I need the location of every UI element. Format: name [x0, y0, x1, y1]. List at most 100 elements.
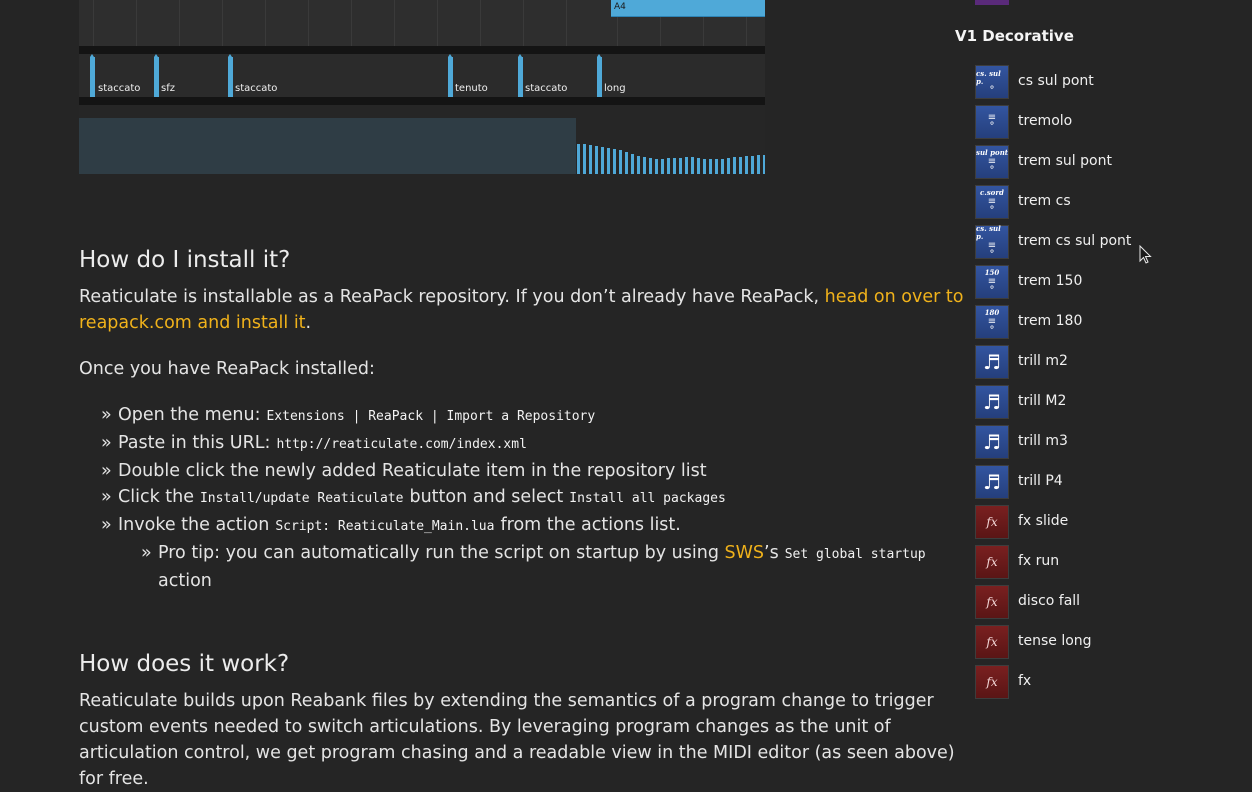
install-paragraph-text: Reaticulate is installable as a ReaPack … [79, 287, 825, 307]
list-item-pro-tip: » Pro tip: you can automatically run the … [141, 543, 926, 591]
sidebar-item-articulation[interactable]: sul pont ≡ ° trem sul pont [975, 145, 1235, 179]
velocity-bar [637, 156, 640, 174]
velocity-bar [733, 157, 736, 174]
list-item: » Open the menu: Extensions | ReaPack | Im… [101, 405, 596, 425]
sidebar-item-label: trill m2 [1018, 353, 1068, 369]
velocity-bar [661, 159, 664, 174]
fx-icon: fx [975, 665, 1009, 699]
sidebar-item-label: trill M2 [1018, 393, 1067, 409]
midi-note: A4 [611, 0, 765, 17]
install-paragraph: Reaticulate is installable as a ReaPack … [79, 287, 964, 333]
midi-note-label: A4 [614, 2, 626, 12]
sidebar-item-label: cs sul pont [1018, 73, 1094, 89]
articulation-marker-label: staccato [98, 83, 141, 94]
articulation-marker-label: staccato [525, 83, 568, 94]
once-installed-text: Once you have ReaPack installed: [79, 359, 375, 379]
articulation-marker [154, 54, 159, 97]
velocity-bar [745, 156, 748, 174]
sidebar-item-label: fx slide [1018, 513, 1069, 529]
sidebar-item-partial [975, 0, 1009, 5]
velocity-bar [595, 146, 598, 174]
sidebar-item-articulation[interactable]: fx disco fall [975, 585, 1235, 619]
velocity-bar [577, 144, 580, 174]
sidebar-item-label: fx run [1018, 553, 1060, 569]
trill-P4-icon: ♬ [975, 465, 1009, 499]
sidebar-item-label: trem cs [1018, 193, 1071, 209]
sidebar-item-label: trill m3 [1018, 433, 1068, 449]
mouse-cursor-icon [1139, 245, 1152, 264]
sidebar-item-articulation[interactable]: ♬ trill m2 [975, 345, 1235, 379]
trill-M2-icon: ♬ [975, 385, 1009, 419]
velocity-region [79, 118, 576, 174]
velocity-bar [607, 148, 610, 174]
articulation-marker-label: sfz [161, 83, 175, 94]
velocity-bar [727, 158, 730, 174]
trill-m3-icon: ♬ [975, 425, 1009, 459]
velocity-bar [613, 149, 616, 174]
articulation-marker-label: staccato [235, 83, 278, 94]
velocity-bar [757, 155, 760, 174]
velocity-bar [751, 156, 754, 174]
sidebar-item-label: fx [1018, 673, 1032, 689]
sidebar-item-articulation[interactable]: fx fx slide [975, 505, 1235, 539]
list-item: » Invoke the action Script: Reaticulate_Ma… [101, 515, 681, 535]
sidebar-item-articulation[interactable]: ♬ trill P4 [975, 465, 1235, 499]
velocity-bar [691, 157, 694, 174]
lane-divider [79, 97, 765, 105]
velocity-bar [643, 157, 646, 174]
velocity-bar [673, 158, 676, 174]
sidebar-item-label: trill P4 [1018, 473, 1063, 489]
sidebar-item-articulation[interactable]: 150 ≡ ° trem 150 [975, 265, 1235, 299]
sidebar-item-articulation[interactable]: cs. sul p. ≡ ° trem cs sul pont [975, 225, 1235, 260]
sidebar-item-articulation[interactable]: ≡ ° tremolo [975, 105, 1235, 139]
sidebar-item-label: tense long [1018, 633, 1092, 649]
velocity-bar [625, 152, 628, 174]
sidebar-item-articulation[interactable]: fx fx [975, 665, 1235, 699]
how-paragraph: Reaticulate builds upon Reabank files by… [79, 691, 955, 789]
tense-long-icon: fx [975, 625, 1009, 659]
trill-m2-icon: ♬ [975, 345, 1009, 379]
velocity-bar [715, 159, 718, 174]
sidebar-item-label: trem 150 [1018, 273, 1083, 289]
sidebar-item-articulation[interactable]: ♬ trill m3 [975, 425, 1235, 459]
sidebar-item-articulation[interactable]: fx fx run [975, 545, 1235, 579]
sidebar-item-articulation[interactable]: c.sord ≡ ° trem cs [975, 185, 1235, 219]
trem-sul-pont-icon: sul pont ≡ ° [975, 145, 1009, 179]
fx-slide-icon: fx [975, 505, 1009, 539]
sidebar-section-title: V1 Decorative [955, 27, 1074, 45]
velocity-bar [739, 157, 742, 174]
articulation-marker-label: long [604, 83, 626, 94]
sidebar-item-label: trem sul pont [1018, 153, 1112, 169]
articulation-marker [228, 54, 233, 97]
velocity-bar [583, 144, 586, 174]
velocity-bar [763, 155, 765, 174]
velocity-bar [601, 147, 604, 174]
velocity-bar [649, 158, 652, 174]
trem-180-icon: 180 ≡ ° [975, 305, 1009, 339]
sidebar-item-label: disco fall [1018, 593, 1081, 609]
velocity-bar [655, 159, 658, 174]
install-heading: How do I install it? [79, 247, 291, 273]
list-item: » Paste in this URL: http://reaticulate.co… [101, 433, 527, 453]
velocity-bar [589, 145, 592, 174]
articulation-marker [518, 54, 523, 97]
velocity-bar [685, 157, 688, 174]
tremolo-icon: ≡ ° [975, 105, 1009, 139]
sidebar-item-label: tremolo [1018, 113, 1073, 129]
sidebar-item-articulation[interactable]: 180 ≡ ° trem 180 [975, 305, 1235, 339]
velocity-bar [679, 158, 682, 174]
velocity-bar [667, 158, 670, 174]
articulation-marker [597, 54, 602, 97]
sidebar-item-articulation[interactable]: fx tense long [975, 625, 1235, 659]
articulation-marker-label: tenuto [455, 83, 488, 94]
articulation-lane [79, 54, 765, 97]
trem-150-icon: 150 ≡ ° [975, 265, 1009, 299]
trem-cs-sul-pont-icon: cs. sul p. ≡ ° [975, 225, 1009, 260]
sidebar-item-label: trem 180 [1018, 313, 1083, 329]
list-item: » Double click the newly added Reaticulat… [101, 461, 707, 481]
velocity-bar [709, 159, 712, 174]
sidebar-item-articulation[interactable]: cs. sul p. ° cs sul pont [975, 65, 1235, 99]
sidebar-item-articulation[interactable]: ♬ trill M2 [975, 385, 1235, 419]
lane-divider [79, 46, 765, 54]
sws-link[interactable]: SWS [725, 543, 765, 563]
